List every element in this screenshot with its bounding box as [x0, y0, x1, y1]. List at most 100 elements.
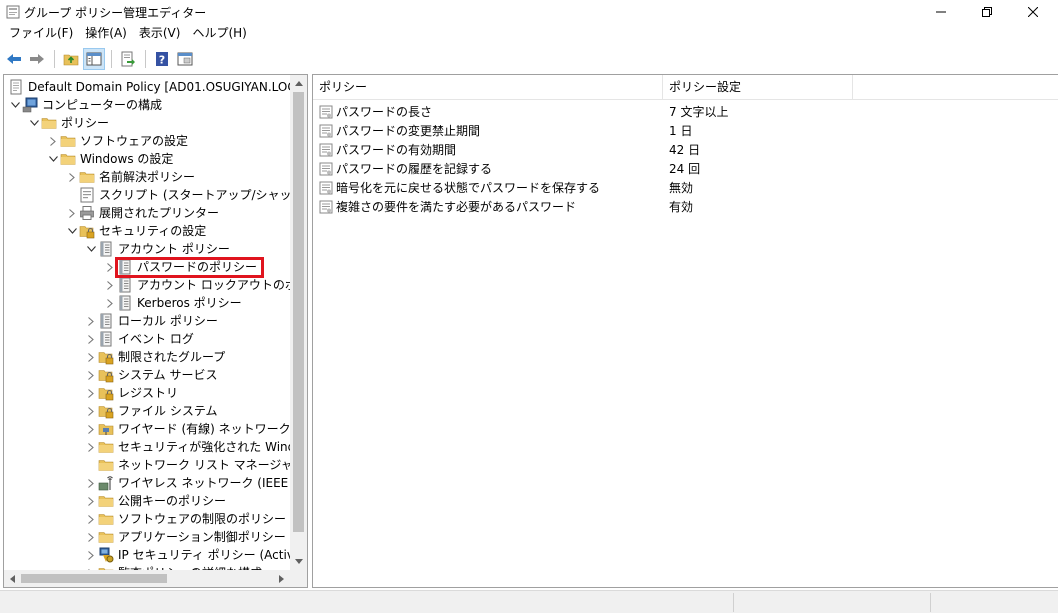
chevron-right-icon[interactable] — [84, 312, 98, 330]
tree-item[interactable]: 公開キーのポリシー — [84, 492, 290, 510]
tree-item[interactable]: スクリプト (スタートアップ/シャットダウン) — [65, 186, 290, 204]
chevron-right-icon[interactable] — [84, 330, 98, 348]
menu-action[interactable]: 操作(A) — [79, 24, 133, 43]
tree-item-label: 展開されたプリンター — [99, 206, 220, 220]
policy-cell: パスワードの有効期間 — [313, 141, 663, 158]
tree-item-label: Default Domain Policy [AD01.OSUGIYAN.LOC… — [28, 80, 290, 94]
restore-button[interactable] — [964, 0, 1010, 23]
chevron-right-icon[interactable] — [84, 366, 98, 384]
script-icon — [79, 187, 95, 203]
chevron-right-icon[interactable] — [65, 204, 79, 222]
chevron-right-icon[interactable] — [84, 348, 98, 366]
vertical-scroll-thumb[interactable] — [293, 92, 304, 532]
forward-button[interactable] — [26, 48, 48, 70]
tree-item[interactable]: ワイヤード (有線) ネットワーク (IEEE 802.3) ポリシー — [84, 420, 290, 438]
chevron-right-icon[interactable] — [103, 276, 117, 294]
chevron-right-icon[interactable] — [84, 510, 98, 528]
chevron-right-icon[interactable] — [84, 438, 98, 456]
show-hide-tree-button[interactable] — [83, 47, 105, 70]
policy-row[interactable]: パスワードの長さ 7 文字以上 — [313, 102, 1058, 121]
minimize-button[interactable] — [918, 0, 964, 23]
tree-item[interactable]: 名前解決ポリシー — [65, 168, 290, 186]
svg-text:?: ? — [159, 53, 165, 66]
tree-item[interactable]: ソフトウェアの設定 — [46, 132, 290, 150]
tree-item[interactable]: ソフトウェアの制限のポリシー — [84, 510, 290, 528]
close-button[interactable] — [1010, 0, 1056, 23]
chevron-down-icon[interactable] — [65, 222, 79, 240]
tree-item[interactable]: Default Domain Policy [AD01.OSUGIYAN.LOC… — [8, 78, 290, 96]
tree-item[interactable]: ネットワーク リスト マネージャー ポリシー — [84, 456, 290, 474]
chevron-right-icon[interactable] — [84, 402, 98, 420]
scroll-down-button[interactable] — [290, 553, 307, 570]
policy-cell: 暗号化を元に戻せる状態でパスワードを保存する — [313, 179, 663, 196]
tree-item[interactable]: IP セキュリティ ポリシー (Active Directory) — [84, 546, 290, 564]
folder-icon — [60, 133, 76, 149]
tree-item[interactable]: ワイヤレス ネットワーク (IEEE 802.11) ポリシー — [84, 474, 290, 492]
chevron-down-icon[interactable] — [84, 240, 98, 258]
chevron-down-icon[interactable] — [27, 114, 41, 132]
tree-item[interactable]: アカウント ポリシー — [84, 240, 290, 258]
tree-item-label: ソフトウェアの制限のポリシー — [118, 512, 287, 526]
tree-item[interactable]: Windows の設定 — [46, 150, 290, 168]
column-header-policy[interactable]: ポリシー — [313, 75, 663, 100]
menu-view[interactable]: 表示(V) — [133, 24, 187, 43]
chevron-right-icon[interactable] — [46, 132, 60, 150]
tree-vertical-scrollbar[interactable] — [290, 75, 307, 570]
tree-item[interactable]: アプリケーション制御ポリシー — [84, 528, 290, 546]
tree-item[interactable]: ファイル システム — [84, 402, 290, 420]
scroll-left-button[interactable] — [4, 570, 21, 587]
scrollbar-corner — [290, 570, 307, 587]
tree-item[interactable]: セキュリティが強化された Windows Defender ファイアウォール — [84, 438, 290, 456]
security-lock-icon — [98, 367, 114, 383]
help-button[interactable]: ? — [151, 48, 173, 70]
chevron-right-icon[interactable] — [65, 168, 79, 186]
chevron-down-icon[interactable] — [46, 150, 60, 168]
tree-item[interactable]: ポリシー — [27, 114, 290, 132]
policy-setting-value: 42 日 — [669, 143, 701, 157]
chevron-down-icon[interactable] — [8, 96, 22, 114]
menu-file[interactable]: ファイル(F) — [3, 24, 79, 43]
console-tree: Default Domain Policy [AD01.OSUGIYAN.LOC… — [4, 75, 290, 570]
chevron-right-icon[interactable] — [84, 474, 98, 492]
chevron-right-icon[interactable] — [103, 294, 117, 312]
policy-row[interactable]: 暗号化を元に戻せる状態でパスワードを保存する 無効 — [313, 178, 1058, 197]
policy-name: 暗号化を元に戻せる状態でパスワードを保存する — [336, 181, 601, 195]
policy-row[interactable]: 複雑さの要件を満たす必要があるパスワード 有効 — [313, 197, 1058, 216]
policy-name: パスワードの長さ — [336, 105, 433, 119]
tree-item[interactable]: システム サービス — [84, 366, 290, 384]
tree-horizontal-scrollbar[interactable] — [4, 570, 290, 587]
horizontal-scroll-thumb[interactable] — [21, 574, 167, 583]
scroll-right-button[interactable] — [273, 570, 290, 587]
folder-icon — [98, 439, 114, 455]
policy-row[interactable]: パスワードの変更禁止期間 1 日 — [313, 121, 1058, 140]
menu-help[interactable]: ヘルプ(H) — [186, 24, 252, 43]
tree-item[interactable]: セキュリティの設定 — [65, 222, 290, 240]
tree-item[interactable]: レジストリ — [84, 384, 290, 402]
column-header-setting[interactable]: ポリシー設定 — [663, 75, 853, 100]
policy-row[interactable]: パスワードの有効期間 42 日 — [313, 140, 1058, 159]
selection-highlight-box — [115, 257, 264, 278]
chevron-right-icon[interactable] — [84, 546, 98, 564]
chevron-right-icon[interactable] — [84, 420, 98, 438]
up-one-level-button[interactable] — [60, 48, 82, 70]
chevron-right-icon[interactable] — [84, 384, 98, 402]
scroll-up-button[interactable] — [290, 75, 307, 92]
tree-item-label: 制限されたグループ — [118, 350, 226, 364]
tree-item[interactable]: コンピューターの構成 — [8, 96, 290, 114]
tree-item[interactable]: 展開されたプリンター — [65, 204, 290, 222]
tree-item[interactable]: 制限されたグループ — [84, 348, 290, 366]
policy-setting-icon — [319, 124, 333, 138]
tree-item[interactable]: ローカル ポリシー — [84, 312, 290, 330]
chevron-right-icon[interactable] — [84, 528, 98, 546]
tree-item[interactable]: Kerberos ポリシー — [103, 294, 290, 312]
back-button[interactable] — [3, 48, 25, 70]
tree-item[interactable]: アカウント ロックアウトのポリシー — [103, 276, 290, 294]
properties-button[interactable] — [174, 48, 196, 70]
tree-item-label: アプリケーション制御ポリシー — [118, 530, 286, 544]
chevron-right-icon[interactable] — [84, 492, 98, 510]
export-list-button[interactable] — [117, 48, 139, 70]
tree-item[interactable]: イベント ログ — [84, 330, 290, 348]
policy-book-icon — [117, 277, 133, 293]
policy-row[interactable]: パスワードの履歴を記録する 24 回 — [313, 159, 1058, 178]
